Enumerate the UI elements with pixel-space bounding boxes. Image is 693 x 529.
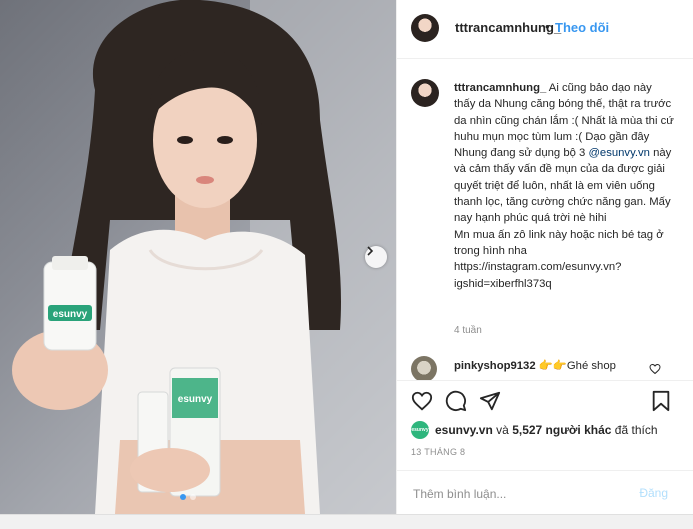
tube-brand-label: esunvy — [178, 394, 213, 405]
post-comment-button[interactable]: Đăng — [639, 486, 668, 500]
post-caption: tttrancamnhung_ Ai cũng bảo dạo này thấy… — [454, 80, 676, 292]
follow-button[interactable]: Theo dõi — [555, 20, 609, 35]
likes-count-link[interactable]: 5,527 người khác — [512, 423, 611, 437]
commenter-username[interactable]: pinkyshop9132 — [454, 360, 536, 372]
comment-like-icon[interactable] — [649, 363, 661, 375]
post-header: tttrancamnhung_ • Theo dõi — [397, 0, 693, 59]
post-date[interactable]: 13 THÁNG 8 — [411, 447, 465, 457]
chevron-right-icon — [367, 246, 374, 256]
caption-mention-link[interactable]: @esunvy.vn — [588, 147, 650, 159]
header-separator: • — [545, 19, 550, 34]
comment: pinkyshop9132 👉👉Ghé shop — [454, 359, 654, 374]
heart-icon[interactable] — [411, 390, 433, 412]
liker-avatar[interactable]: esunvy — [411, 421, 429, 439]
caption-timestamp[interactable]: 4 tuần — [454, 325, 482, 336]
comment-icon[interactable] — [445, 390, 467, 412]
likes-summary: esunvy esunvy.vn và 5,527 người khác đã … — [411, 421, 658, 439]
comments-section[interactable]: tttrancamnhung_ Ai cũng bảo dạo này thấy… — [397, 59, 693, 380]
carousel-dot — [190, 494, 196, 500]
caption-line2: Mn mua ấn zô link này hoặc nich bé tag ở… — [454, 228, 664, 257]
comment-text: 👉👉Ghé shop — [535, 360, 616, 372]
caption-username[interactable]: tttrancamnhung_ — [454, 82, 546, 94]
post-photo[interactable]: esunvy esunvy — [0, 0, 396, 514]
likes-connector: và — [496, 423, 509, 437]
author-avatar[interactable] — [411, 14, 439, 42]
horizontal-scrollbar[interactable] — [0, 514, 693, 529]
liker-username[interactable]: esunvy.vn — [435, 423, 493, 437]
commenter-avatar[interactable] — [411, 356, 437, 380]
comment-input[interactable] — [411, 483, 615, 505]
likes-suffix: đã thích — [614, 423, 658, 437]
add-comment-box: Đăng — [397, 470, 693, 515]
post-modal: esunvy esunvy tttrancamnhung_ • Theo dõi — [0, 0, 693, 514]
caption-link: https://instagram.com/esunvy.vn?igshid=x… — [454, 261, 622, 290]
next-photo-button[interactable] — [365, 246, 387, 268]
post-side-panel: tttrancamnhung_ • Theo dõi tttrancamnhun… — [396, 0, 693, 514]
post-actions — [397, 380, 693, 421]
share-icon[interactable] — [479, 390, 501, 412]
bottle-brand-label: esunvy — [53, 309, 88, 320]
carousel-dot-active — [180, 494, 186, 500]
carousel-indicator — [180, 494, 196, 500]
photo-illustration: esunvy esunvy — [12, 0, 396, 514]
save-icon[interactable] — [651, 390, 671, 412]
caption-author-avatar[interactable] — [411, 79, 439, 107]
